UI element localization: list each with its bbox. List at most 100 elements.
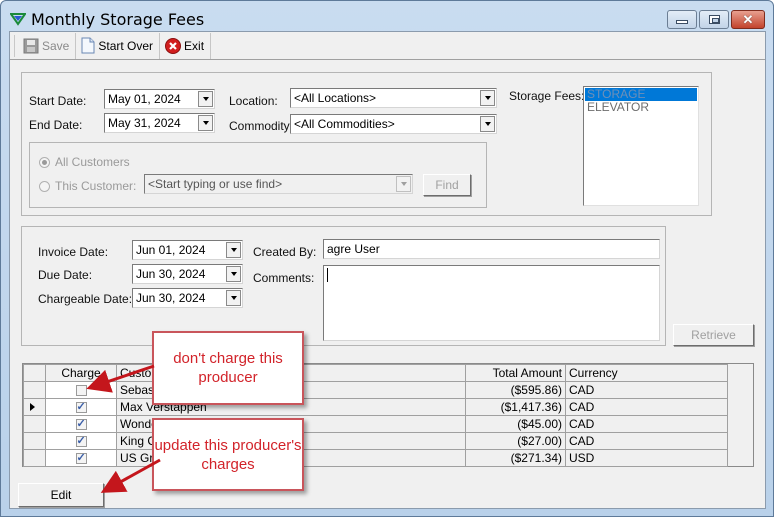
row-header[interactable] (23, 449, 46, 467)
start-over-label: Start Over (98, 38, 154, 53)
table-row[interactable]: Max Verstappen($1,417.36)CAD (23, 398, 728, 416)
chevron-down-icon[interactable] (480, 116, 495, 132)
location-value: <All Locations> (294, 91, 377, 105)
row-header[interactable] (23, 415, 46, 433)
chevron-down-icon[interactable] (396, 176, 411, 192)
chevron-down-icon[interactable] (226, 266, 241, 282)
chevron-down-icon[interactable] (226, 290, 241, 306)
table-row[interactable]: Wonder($45.00)CAD (23, 415, 728, 433)
table-row[interactable]: Sebasti ($595.86) CAD (23, 381, 728, 399)
customer-search-combo[interactable]: <Start typing or use find> (144, 174, 413, 194)
minimize-button[interactable] (667, 10, 697, 29)
toolbar: Save Start Over Exit (10, 32, 765, 60)
radio-unselected-icon (39, 180, 50, 192)
all-customers-label: All Customers (55, 155, 130, 169)
chargeable-date-picker[interactable]: Jun 30, 2024 (132, 288, 243, 308)
table-row[interactable]: US Gra($271.34)USD (23, 449, 728, 467)
maximize-button[interactable] (699, 10, 729, 29)
filter-group: Start Date: May 01, 2024 End Date: May 3… (21, 72, 712, 216)
end-date-picker[interactable]: May 31, 2024 (104, 113, 215, 133)
save-button[interactable]: Save (19, 34, 74, 58)
commodity-label: Commodity: (229, 119, 294, 133)
total-amount-cell[interactable]: ($45.00) (465, 415, 566, 433)
client-area: Save Start Over Exit Start Date: May 01,… (9, 31, 766, 509)
chevron-down-icon[interactable] (226, 242, 241, 258)
row-header[interactable] (23, 432, 46, 450)
annotation-text: don't charge this producer (173, 350, 283, 386)
table-row[interactable]: King Ch($27.00)CAD (23, 432, 728, 450)
due-date-label: Due Date: (38, 268, 93, 282)
column-header-total-amount[interactable]: Total Amount (465, 364, 566, 382)
charge-checkbox[interactable] (75, 451, 87, 465)
column-header-charge[interactable]: Charge (45, 364, 117, 382)
retrieve-button[interactable]: Retrieve (673, 324, 754, 346)
row-header[interactable] (23, 381, 46, 399)
current-row-icon (30, 403, 35, 411)
charge-checkbox[interactable] (75, 400, 87, 414)
charge-cell[interactable] (45, 398, 117, 416)
charges-table: Charge Customer Total Amount Currency Se… (23, 364, 728, 467)
invoice-group: Invoice Date: Jun 01, 2024 Due Date: Jun… (21, 226, 666, 346)
currency-cell[interactable]: CAD (565, 398, 728, 416)
location-select[interactable]: <All Locations> (290, 88, 497, 108)
all-customers-radio[interactable]: All Customers (39, 155, 130, 169)
retrieve-label: Retrieve (691, 328, 736, 342)
end-date-label: End Date: (29, 118, 83, 132)
edit-label: Edit (50, 488, 72, 502)
total-amount-cell[interactable]: ($595.86) (465, 381, 566, 399)
charge-cell[interactable] (45, 415, 117, 433)
start-date-label: Start Date: (29, 94, 87, 108)
annotation-callout-dont-charge: don't charge this producer (152, 331, 304, 405)
chevron-down-icon[interactable] (198, 91, 213, 107)
start-date-picker[interactable]: May 01, 2024 (104, 89, 215, 109)
app-window: Monthly Storage Fees ✕ Save Start Over E… (0, 0, 774, 517)
row-header-corner (23, 364, 46, 382)
floppy-disk-icon (23, 38, 39, 53)
charge-cell[interactable] (45, 381, 117, 399)
storage-fee-option[interactable]: ELEVATOR (585, 101, 697, 114)
row-header[interactable] (23, 398, 46, 416)
exit-label: Exit (184, 38, 205, 53)
toolbar-separator (210, 32, 212, 59)
chevron-down-icon[interactable] (198, 115, 213, 131)
column-header-currency[interactable]: Currency (565, 364, 728, 382)
customer-group: All Customers This Customer: <Start typi… (29, 142, 487, 208)
charge-cell[interactable] (45, 432, 117, 450)
charge-cell[interactable] (45, 449, 117, 467)
charge-checkbox[interactable] (75, 385, 87, 397)
title-bar[interactable]: Monthly Storage Fees ✕ (1, 1, 773, 31)
charge-checkbox[interactable] (75, 417, 87, 431)
due-date-picker[interactable]: Jun 30, 2024 (132, 264, 243, 284)
chargeable-date-value: Jun 30, 2024 (136, 291, 206, 305)
end-date-value: May 31, 2024 (108, 116, 181, 130)
invoice-date-picker[interactable]: Jun 01, 2024 (132, 240, 243, 260)
save-label: Save (42, 38, 70, 53)
exit-button[interactable]: Exit (161, 34, 209, 58)
total-amount-cell[interactable]: ($27.00) (465, 432, 566, 450)
exit-x-icon (165, 37, 182, 54)
this-customer-radio[interactable]: This Customer: (39, 179, 136, 193)
find-label: Find (435, 178, 459, 192)
toolbar-separator (159, 32, 161, 59)
created-by-label: Created By: (253, 245, 317, 259)
total-amount-cell[interactable]: ($1,417.36) (465, 398, 566, 416)
find-button[interactable]: Find (423, 174, 471, 196)
comments-textarea[interactable] (323, 265, 660, 341)
charge-checkbox[interactable] (75, 434, 87, 448)
grid-body: Sebasti($595.86)CADMax Verstappen($1,417… (23, 381, 728, 467)
chargeable-date-label: Chargeable Date: (38, 292, 133, 306)
total-amount-cell[interactable]: ($271.34) (465, 449, 566, 467)
close-button[interactable]: ✕ (731, 10, 765, 29)
currency-cell[interactable]: CAD (565, 432, 728, 450)
start-over-button[interactable]: Start Over (77, 34, 158, 58)
currency-cell[interactable]: CAD (565, 415, 728, 433)
currency-cell[interactable]: USD (565, 449, 728, 467)
created-by-field[interactable]: agre User (323, 239, 660, 259)
currency-cell[interactable]: CAD (565, 381, 728, 399)
storage-fees-listbox[interactable]: STORAGE ELEVATOR (583, 86, 699, 206)
edit-button[interactable]: Edit (18, 483, 104, 507)
toolbar-grip (14, 34, 17, 57)
commodity-select[interactable]: <All Commodities> (290, 114, 497, 134)
invoice-date-value: Jun 01, 2024 (136, 243, 206, 257)
chevron-down-icon[interactable] (480, 90, 495, 106)
